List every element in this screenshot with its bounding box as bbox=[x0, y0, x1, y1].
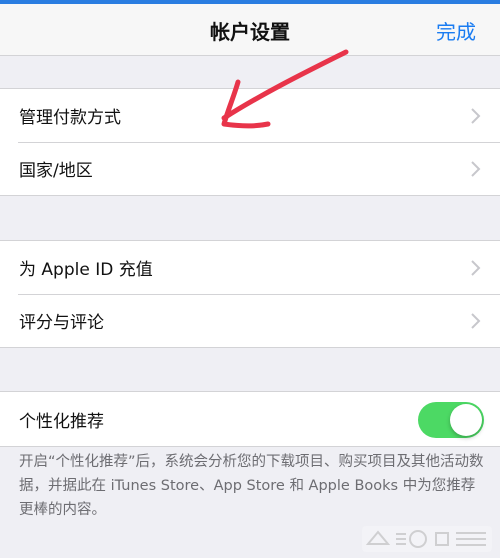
add-funds-label: 为 Apple ID 充值 bbox=[19, 260, 153, 280]
personalized-recommendations-toggle[interactable] bbox=[418, 402, 484, 438]
page-title: 帐户设置 bbox=[210, 20, 290, 44]
ratings-reviews-label: 评分与评论 bbox=[19, 313, 104, 333]
chevron-right-icon bbox=[471, 259, 481, 276]
country-region-label: 国家/地区 bbox=[19, 161, 93, 181]
toggle-knob bbox=[450, 404, 482, 436]
manage-payment-label: 管理付款方式 bbox=[19, 108, 121, 128]
ratings-reviews-row[interactable]: 评分与评论 bbox=[0, 294, 500, 347]
settings-group-payment-region: 管理付款方式 国家/地区 bbox=[0, 88, 500, 196]
personalized-recommendations-label: 个性化推荐 bbox=[19, 411, 104, 432]
chevron-right-icon bbox=[471, 107, 481, 124]
done-button[interactable]: 完成 bbox=[436, 16, 476, 45]
country-region-row[interactable]: 国家/地区 bbox=[0, 142, 500, 195]
watermark-logo bbox=[362, 526, 492, 552]
settings-group-personalized: 个性化推荐 bbox=[0, 391, 500, 447]
chevron-right-icon bbox=[471, 160, 481, 177]
navigation-bar: 帐户设置 完成 bbox=[0, 4, 500, 56]
personalized-footer-note: 开启“个性化推荐”后，系统会分析您的下载项目、购买项目及其他活动数据，并据此在 … bbox=[19, 454, 484, 518]
personalized-recommendations-row: 个性化推荐 bbox=[0, 392, 500, 446]
add-funds-row[interactable]: 为 Apple ID 充值 bbox=[0, 241, 500, 294]
manage-payment-row[interactable]: 管理付款方式 bbox=[0, 89, 500, 142]
settings-group-funds-ratings: 为 Apple ID 充值 评分与评论 bbox=[0, 240, 500, 348]
chevron-right-icon bbox=[471, 312, 481, 329]
